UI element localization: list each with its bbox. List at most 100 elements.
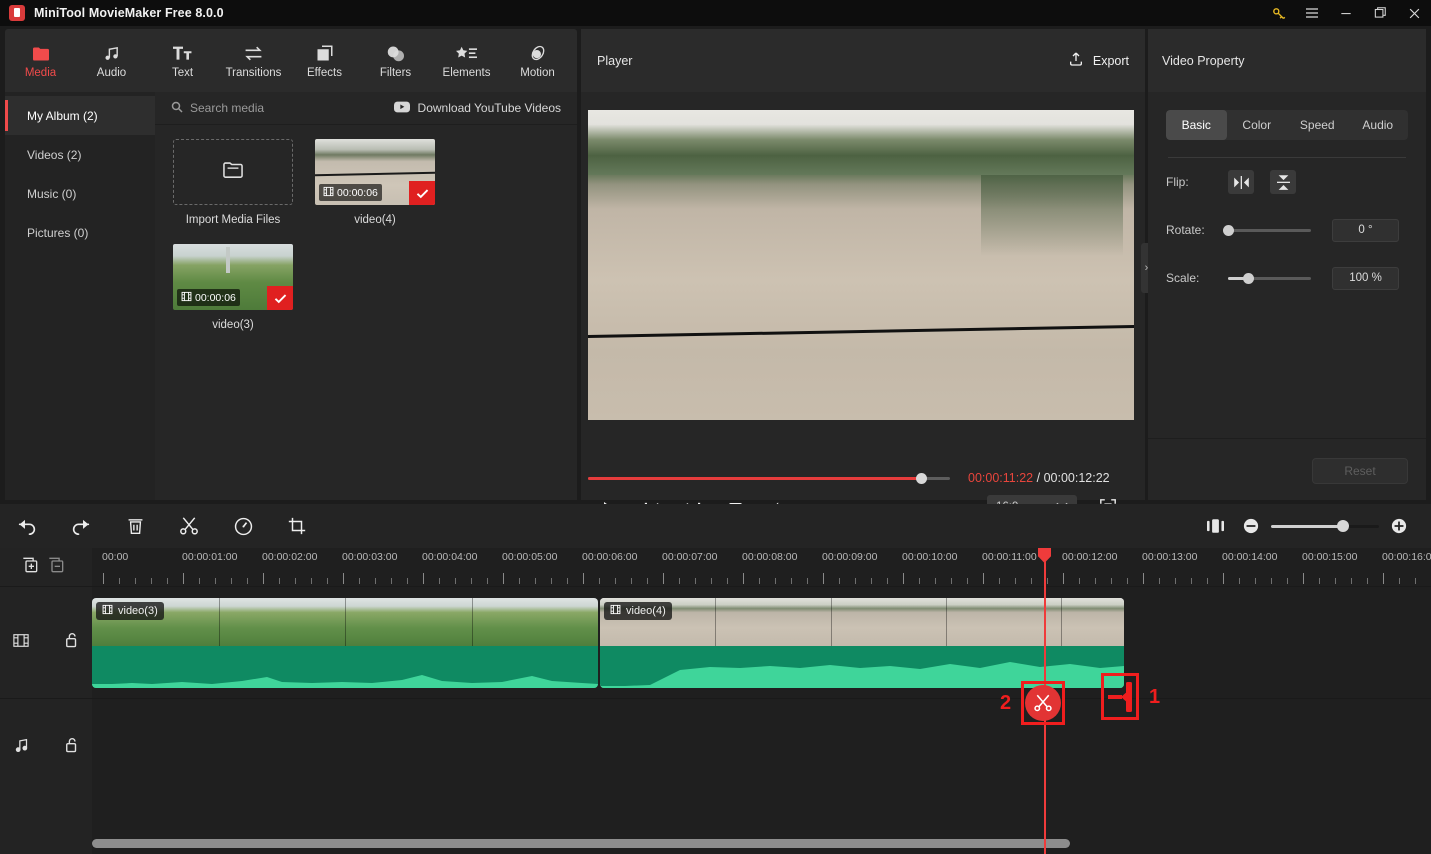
music-note-icon [14,738,29,758]
player-progress-knob[interactable] [915,472,927,484]
ruler-tick-minor [359,578,360,584]
video-track-lock-icon[interactable] [65,632,79,653]
media-grid: Import Media Files 00:00:06 video(4) 00:… [155,125,577,345]
speed-button[interactable] [216,504,270,548]
search-input[interactable]: Search media [171,101,264,116]
film-icon [13,633,29,653]
elements-star-list-icon [456,43,477,62]
flip-horizontal-icon[interactable] [1228,170,1254,194]
zoom-in-button[interactable] [1381,504,1417,548]
media-selected-check-icon[interactable] [409,181,435,205]
media-item[interactable]: 00:00:06 video(4) [315,139,435,226]
video-track[interactable]: video(3) video(4) [92,586,1431,698]
scale-slider[interactable] [1228,272,1311,284]
rotate-value-field[interactable]: 0 ° [1332,218,1399,242]
media-selected-check-icon[interactable] [267,286,293,310]
redo-button[interactable] [54,504,108,548]
import-media-cell[interactable]: Import Media Files [173,139,293,226]
import-media-button[interactable] [173,139,293,205]
trim-handle-icon[interactable] [1106,681,1134,713]
timeline-ruler[interactable]: 00:00 00:00:01:00 00:00:02:00 00:00:03:00 00… [92,548,1431,586]
property-tabs: Basic Color Speed Audio [1166,110,1408,140]
ruler-tick-minor [1191,578,1192,584]
timeline-zoom-knob[interactable] [1337,520,1350,532]
delete-button[interactable] [108,504,162,548]
sidebar-item-pictures[interactable]: Pictures (0) [5,213,155,252]
split-button[interactable] [162,504,216,548]
flip-vertical-icon[interactable] [1270,170,1296,194]
ruler-tick-minor [759,578,760,584]
ruler-label: 00:00:08:00 [742,551,798,563]
tab-basic[interactable]: Basic [1166,110,1227,140]
ruler-tick-minor [167,578,168,584]
timeline-scrollbar[interactable] [92,839,1431,848]
close-icon[interactable] [1397,0,1431,26]
player-progress-bar[interactable] [588,472,950,484]
export-button[interactable]: Export [1068,51,1129,70]
ruler-tick-minor [1319,578,1320,584]
remove-track-icon[interactable] [48,557,64,578]
add-track-icon[interactable] [22,557,38,578]
rotate-slider[interactable] [1222,224,1311,236]
preview-reflection [981,175,1124,256]
ruler-label: 00:00:09:00 [822,551,878,563]
rotate-slider-knob[interactable] [1222,224,1234,236]
key-icon[interactable] [1261,0,1295,26]
sidebar-item-videos[interactable]: Videos (2) [5,135,155,174]
scale-slider-knob[interactable] [1243,272,1255,284]
title-bar: MiniTool MovieMaker Free 8.0.0 [0,0,1431,26]
tab-text-label: Text [171,66,194,79]
tab-media[interactable]: Media [5,29,76,92]
tab-transitions[interactable]: Transitions [218,29,289,92]
tab-filters[interactable]: Filters [360,29,431,92]
audio-track[interactable] [92,698,1431,796]
preview-treeline [588,110,1134,176]
timeline-zoom-slider[interactable] [1271,520,1379,532]
timeline-scrollbar-thumb[interactable] [92,839,1070,848]
tab-basic-label: Basic [1181,118,1211,132]
audio-track-lock-icon[interactable] [65,737,79,758]
download-youtube-button[interactable]: Download YouTube Videos [393,101,561,116]
ruler-tick-minor [119,578,120,584]
media-thumbnail[interactable]: 00:00:06 [315,139,435,205]
ruler-tick-major [103,573,104,584]
property-footer: Reset [1148,438,1426,500]
ruler-tick-minor [231,578,232,584]
ruler-tick-minor [295,578,296,584]
ruler-tick-minor [887,578,888,584]
player-total-time: 00:00:12:22 [1043,471,1110,485]
media-item[interactable]: 00:00:06 video(3) [173,244,293,331]
sidebar-item-my-album[interactable]: My Album (2) [5,96,155,135]
video-preview[interactable] [588,110,1134,420]
tab-elements-label: Elements [442,66,491,79]
tab-speed[interactable]: Speed [1287,110,1348,140]
timeline-clip-video3[interactable]: video(3) [92,598,598,688]
scale-value-field[interactable]: 100 % [1332,266,1399,290]
tab-motion[interactable]: Motion [502,29,573,92]
minimize-icon[interactable] [1329,0,1363,26]
zoom-out-button[interactable] [1233,504,1269,548]
ruler-tick-minor [791,578,792,584]
ruler-tick-minor [679,578,680,584]
tab-color[interactable]: Color [1227,110,1288,140]
tab-audio[interactable]: Audio [76,29,147,92]
sidebar-item-videos-label: Videos (2) [27,147,82,162]
reset-button[interactable]: Reset [1312,458,1408,484]
tab-text[interactable]: Text [147,29,218,92]
tab-audio[interactable]: Audio [1348,110,1409,140]
property-title: Video Property [1162,53,1245,68]
split-marker-icon[interactable] [1025,685,1061,721]
tab-media-label: Media [24,66,57,79]
sidebar-item-music[interactable]: Music (0) [5,174,155,213]
ruler-tick-minor [487,578,488,584]
tab-effects[interactable]: Effects [289,29,360,92]
crop-button[interactable] [270,504,324,548]
ruler-tick-minor [599,578,600,584]
maximize-icon[interactable] [1363,0,1397,26]
hamburger-icon[interactable] [1295,0,1329,26]
media-thumbnail[interactable]: 00:00:06 [173,244,293,310]
ruler-tick-minor [1415,578,1416,584]
tab-elements[interactable]: Elements [431,29,502,92]
undo-button[interactable] [0,504,54,548]
fit-timeline-icon[interactable] [1197,504,1233,548]
